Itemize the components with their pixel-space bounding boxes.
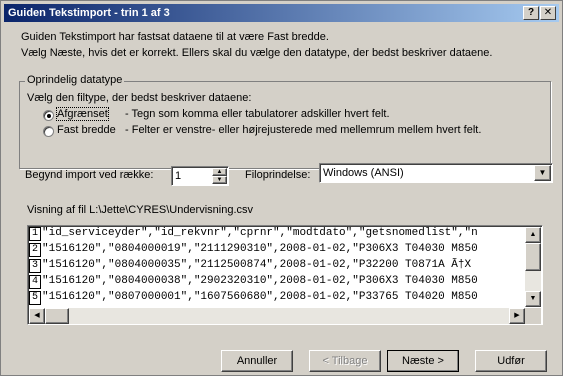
- filetype-prompt: Vælg den filtype, der bedst beskriver da…: [27, 92, 252, 104]
- file-origin-value: Windows (ANSI): [323, 167, 404, 179]
- row-number: 2: [29, 243, 41, 257]
- dropdown-arrow-icon[interactable]: ▼: [534, 165, 551, 181]
- row-text: "1516120","0804000019","2111290310",2008…: [42, 243, 478, 255]
- row-text: "1516120","0804000035","2112500874",2008…: [42, 259, 472, 271]
- file-origin-label: Filoprindelse:: [245, 169, 311, 181]
- next-button-label: Næste >: [402, 355, 444, 367]
- scrollbar-corner: [525, 308, 541, 324]
- preview-row: 5 "1516120","0807000001","1607560680",200…: [29, 291, 478, 307]
- spin-down-icon[interactable]: ▼: [212, 176, 227, 184]
- title-bar[interactable]: Guiden Tekstimport - trin 1 af 3 ? ✕: [4, 4, 559, 22]
- finish-button-label: Udfør: [497, 355, 525, 367]
- scroll-down-icon[interactable]: ▼: [525, 291, 541, 307]
- cancel-button-label: Annuller: [236, 355, 278, 367]
- fixed-width-radio[interactable]: [43, 126, 54, 137]
- row-number: 1: [29, 227, 41, 241]
- cancel-button[interactable]: Annuller: [221, 350, 293, 372]
- horizontal-scroll-thumb[interactable]: [45, 308, 69, 324]
- horizontal-scrollbar[interactable]: ◀ ▶: [29, 308, 525, 324]
- scroll-up-icon[interactable]: ▲: [525, 227, 541, 243]
- spin-up-icon[interactable]: ▲: [212, 168, 227, 176]
- fixed-width-description: - Felter er venstre- eller højrejustered…: [125, 124, 482, 136]
- start-row-spinner: 1 ▲ ▼: [171, 166, 229, 186]
- scroll-left-icon[interactable]: ◀: [29, 308, 45, 324]
- vertical-scrollbar[interactable]: ▲ ▼: [525, 227, 541, 307]
- intro-line-2: Vælg Næste, hvis det er korrekt. Ellers …: [21, 47, 493, 59]
- row-text: "id_serviceyder","id_rekvnr","cprnr","mo…: [42, 227, 478, 239]
- back-button-label: < Tilbage: [322, 355, 368, 367]
- preview-row: 1 "id_serviceyder","id_rekvnr","cprnr","m…: [29, 227, 478, 243]
- next-button[interactable]: Næste >: [387, 350, 459, 372]
- row-number: 4: [29, 275, 41, 289]
- fixed-width-label[interactable]: Fast bredde: [57, 124, 116, 136]
- preview-row: 4 "1516120","0804000038","2902320310",200…: [29, 275, 478, 291]
- delimited-description: - Tegn som komma eller tabulatorer adski…: [125, 108, 390, 120]
- preview-row: 3 "1516120","0804000035","2112500874",200…: [29, 259, 471, 275]
- intro-line-1: Guiden Tekstimport har fastsat dataene t…: [21, 31, 329, 43]
- text-import-wizard-dialog: Guiden Tekstimport - trin 1 af 3 ? ✕ Gui…: [0, 0, 563, 376]
- row-text: "1516120","0804000038","2902320310",2008…: [42, 275, 478, 287]
- window-title: Guiden Tekstimport - trin 1 af 3: [8, 7, 170, 19]
- help-button[interactable]: ?: [523, 6, 539, 20]
- vertical-scroll-thumb[interactable]: [525, 243, 541, 271]
- start-row-label: Begynd import ved række:: [25, 169, 154, 181]
- scroll-right-icon[interactable]: ▶: [509, 308, 525, 324]
- close-button[interactable]: ✕: [540, 6, 556, 20]
- back-button[interactable]: < Tilbage: [309, 350, 381, 372]
- row-number: 5: [29, 291, 41, 305]
- groupbox-legend: Oprindelig datatype: [25, 74, 125, 86]
- delimited-label[interactable]: Afgrænset: [56, 107, 109, 121]
- preview-row: 2 "1516120","0804000019","2111290310",200…: [29, 243, 478, 259]
- preview-label: Visning af fil L:\Jette\CYRES\Undervisni…: [27, 204, 254, 216]
- delimited-radio[interactable]: [43, 110, 54, 121]
- start-row-value[interactable]: 1: [175, 170, 181, 182]
- preview-content: 1 "id_serviceyder","id_rekvnr","cprnr","m…: [29, 227, 525, 307]
- preview-box: 1 "id_serviceyder","id_rekvnr","cprnr","m…: [27, 225, 543, 325]
- finish-button[interactable]: Udfør: [475, 350, 547, 372]
- radio-selected-dot: [47, 114, 51, 118]
- row-text: "1516120","0807000001","1607560680",2008…: [42, 291, 478, 303]
- row-number: 3: [29, 259, 41, 273]
- file-origin-select[interactable]: Windows (ANSI) ▼: [319, 163, 553, 183]
